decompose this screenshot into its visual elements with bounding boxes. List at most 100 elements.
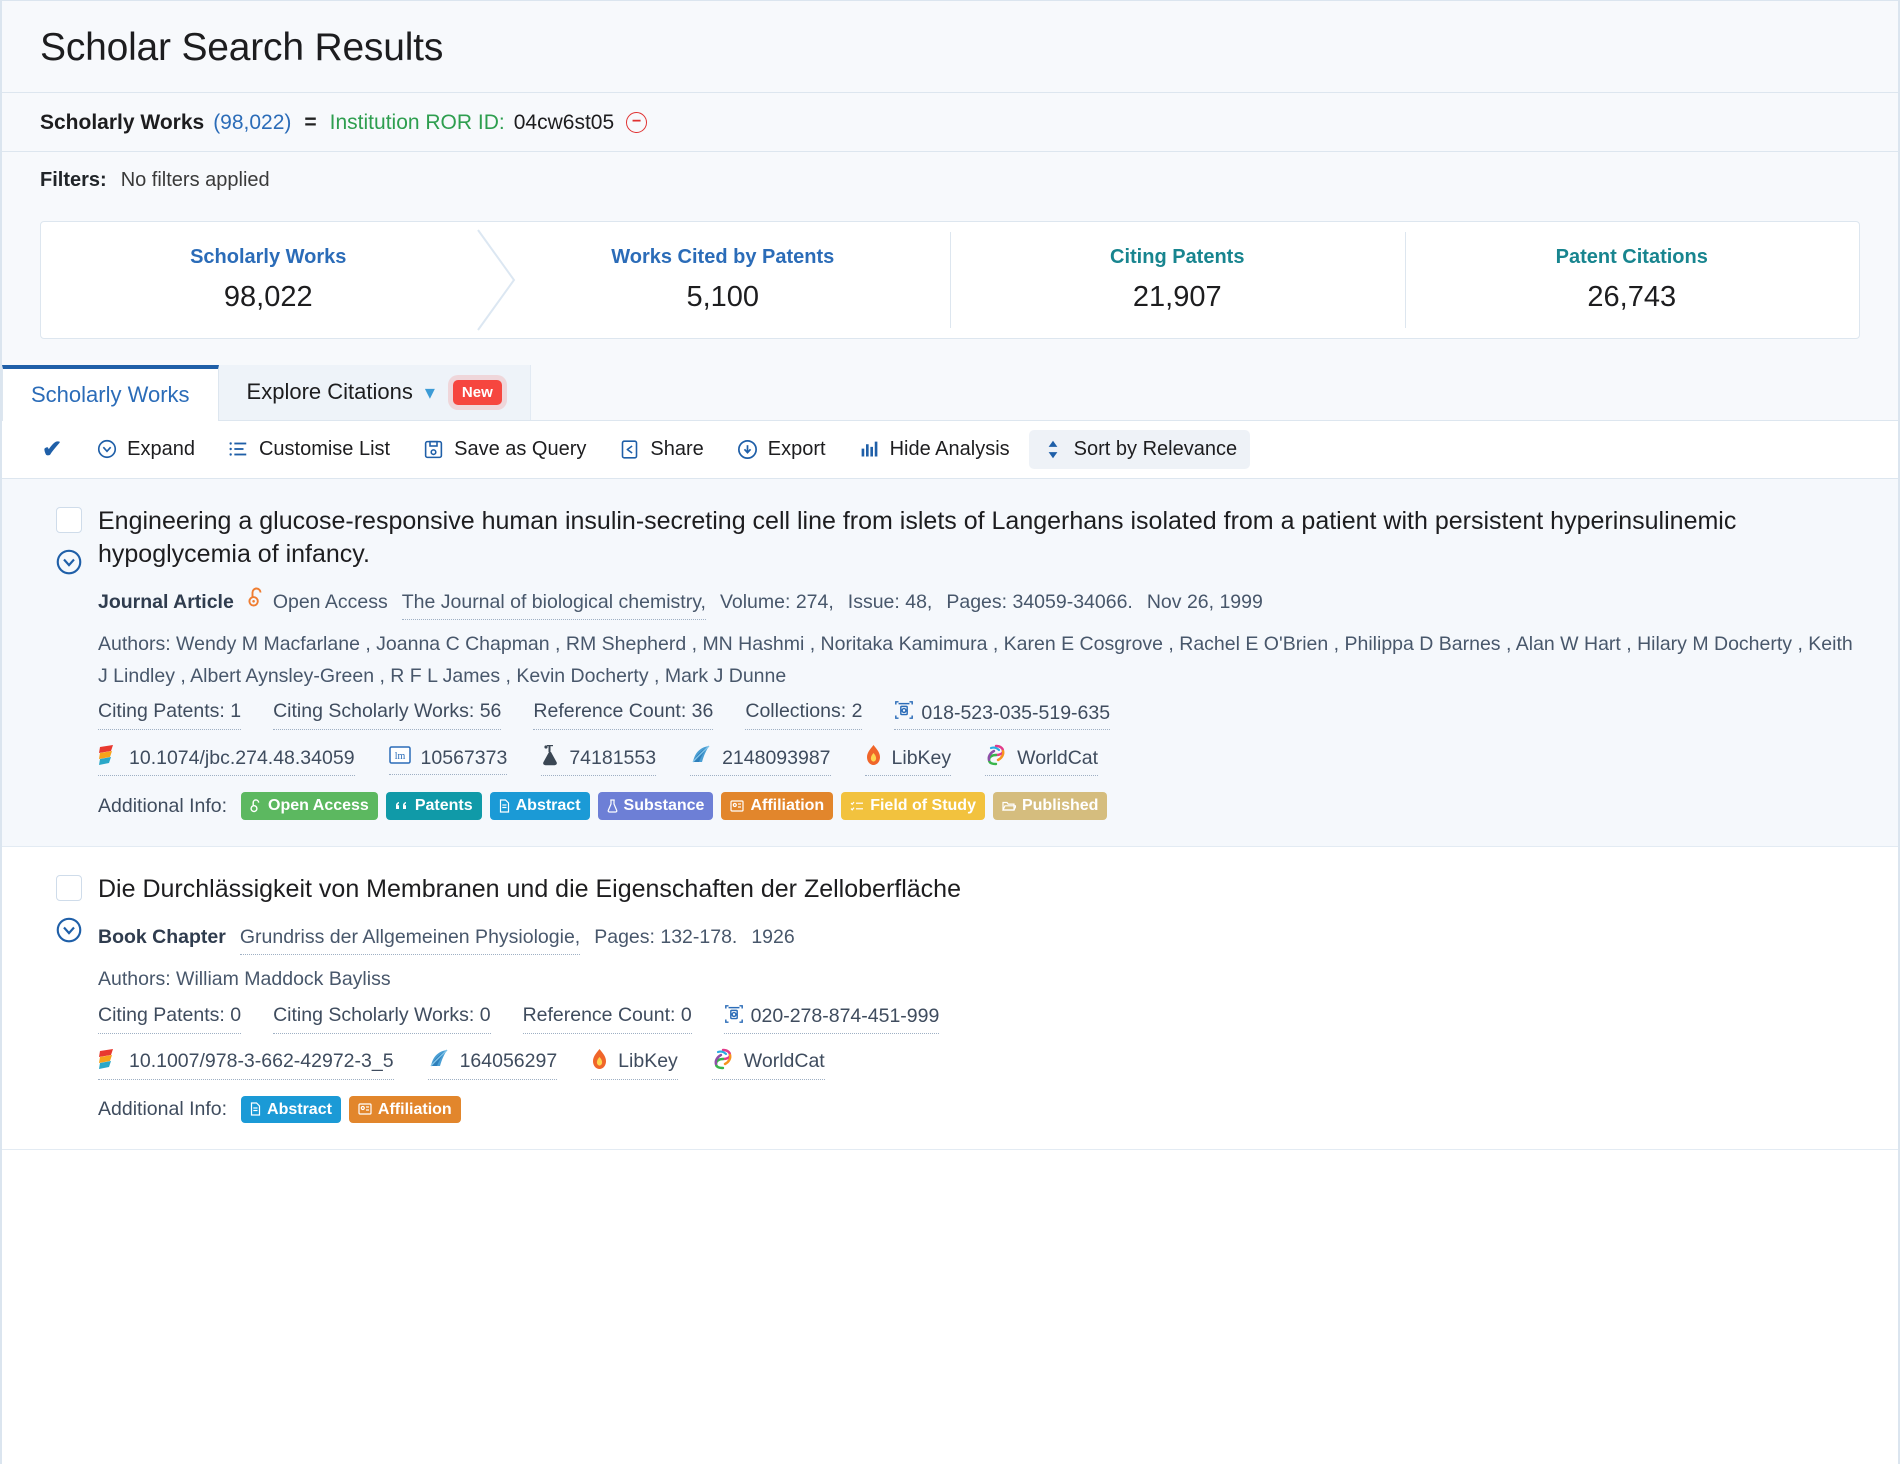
stat-citing-patents[interactable]: Citing Patents: 0 — [98, 1004, 241, 1034]
save-as-query-button[interactable]: Save as Query — [409, 430, 599, 469]
query-result-count[interactable]: (98,022) — [213, 111, 291, 135]
result-checkbox[interactable] — [56, 875, 82, 901]
stat-citing-scholarly-works[interactable]: Citing Scholarly Works: 56 — [273, 700, 501, 730]
doi-link[interactable]: 10.1007/978-3-662-42972-3_5 — [98, 1048, 394, 1080]
stat-reference-count[interactable]: Reference Count: 36 — [533, 700, 713, 730]
worldcat-icon — [712, 1048, 734, 1076]
doi-icon — [98, 744, 119, 772]
tag-label: Open Access — [268, 797, 369, 815]
expand-result-icon[interactable] — [54, 915, 84, 950]
toolbar-label: Sort by Relevance — [1074, 438, 1237, 461]
hide-analysis-button[interactable]: Hide Analysis — [845, 430, 1023, 469]
tag-abstract[interactable]: Abstract — [490, 792, 590, 820]
tag-abstract[interactable]: Abstract — [241, 1096, 341, 1124]
doi-value: 10.1007/978-3-662-42972-3_5 — [129, 1050, 394, 1073]
lens-link[interactable]: 74181553 — [541, 744, 656, 776]
result-type: Journal Article — [98, 587, 234, 617]
libkey-link[interactable]: LibKey — [591, 1048, 678, 1080]
expand-result-icon[interactable] — [54, 547, 84, 582]
metric-works-cited-by-patents[interactable]: Works Cited by Patents 5,100 — [496, 222, 951, 338]
metric-patent-citations[interactable]: Patent Citations 26,743 — [1405, 222, 1860, 338]
result-venue[interactable]: The Journal of biological chemistry, — [402, 587, 706, 620]
sort-by-relevance-button[interactable]: Sort by Relevance — [1029, 430, 1250, 469]
authors-list[interactable]: William Maddock Bayliss — [176, 968, 391, 990]
stat-reference-count[interactable]: Reference Count: 0 — [523, 1004, 692, 1034]
result-body: Die Durchlässigkeit von Membranen und di… — [98, 873, 1860, 1123]
semantic-scholar-link[interactable]: 164056297 — [428, 1048, 558, 1080]
share-button[interactable]: Share — [605, 430, 716, 469]
stat-record-id[interactable]: 020-278-874-451-999 — [724, 1004, 940, 1034]
result-title[interactable]: Engineering a glucose-responsive human i… — [98, 505, 1860, 571]
tag-substance[interactable]: Substance — [598, 792, 714, 820]
worldcat-link[interactable]: WorldCat — [712, 1048, 825, 1080]
stat-record-id[interactable]: 018-523-035-519-635 — [894, 700, 1110, 730]
checklist-icon — [850, 800, 864, 812]
tag-label: Patents — [415, 797, 473, 815]
worldcat-link[interactable]: WorldCat — [985, 744, 1098, 776]
tag-label: Published — [1022, 797, 1098, 815]
result-body: Engineering a glucose-responsive human i… — [98, 505, 1860, 820]
results-toolbar: ✔ Expand Customise List — [2, 421, 1898, 479]
metric-value: 5,100 — [686, 281, 759, 314]
doi-value: 10.1074/jbc.274.48.34059 — [129, 747, 355, 770]
toolbar-label: Expand — [127, 438, 195, 461]
result-authors: Authors: William Maddock Bayliss — [98, 964, 1860, 996]
quotes-icon — [395, 800, 409, 813]
libkey-value: LibKey — [892, 747, 952, 770]
id-card-icon — [730, 800, 744, 812]
tag-open-access[interactable]: Open Access — [241, 792, 378, 820]
open-access-label: Open Access — [273, 587, 388, 617]
authors-list[interactable]: Wendy M Macfarlane , Joanna C Chapman , … — [98, 633, 1853, 687]
tag-field-of-study[interactable]: Field of Study — [841, 792, 985, 820]
stat-collections[interactable]: Collections: 2 — [745, 700, 862, 730]
tag-affiliation[interactable]: Affiliation — [349, 1096, 461, 1124]
semantic-scholar-link[interactable]: 2148093987 — [690, 744, 830, 776]
tag-label: Abstract — [267, 1101, 332, 1119]
metric-value: 98,022 — [224, 281, 313, 314]
result-checkbox[interactable] — [56, 507, 82, 533]
tag-label: Affiliation — [750, 797, 824, 815]
doi-link[interactable]: 10.1074/jbc.274.48.34059 — [98, 744, 355, 776]
tab-scholarly-works[interactable]: Scholarly Works — [2, 365, 219, 421]
query-field-name[interactable]: Institution ROR ID: — [330, 111, 505, 135]
tab-bar: Scholarly Works Explore Citations ▾ New — [2, 365, 1898, 421]
metric-label: Scholarly Works — [190, 246, 346, 269]
tab-explore-citations[interactable]: Explore Citations ▾ New — [219, 365, 531, 420]
select-all-check-icon[interactable]: ✔ — [24, 435, 76, 464]
stat-citing-scholarly-works[interactable]: Citing Scholarly Works: 0 — [273, 1004, 490, 1034]
customise-list-button[interactable]: Customise List — [214, 430, 403, 469]
scanner-id-icon — [894, 700, 914, 726]
query-operator: = — [300, 111, 320, 135]
result-venue[interactable]: Grundriss der Allgemeinen Physiologie, — [240, 922, 580, 955]
lens-flask-icon — [541, 744, 559, 772]
tag-patents[interactable]: Patents — [386, 792, 482, 820]
record-id-value: 020-278-874-451-999 — [751, 1005, 940, 1028]
query-entity-label: Scholarly Works — [40, 111, 204, 135]
result-volume: Volume: 274, — [720, 587, 834, 617]
libkey-link[interactable]: LibKey — [865, 744, 952, 776]
record-id-value: 018-523-035-519-635 — [921, 702, 1110, 725]
metric-citing-patents[interactable]: Citing Patents 21,907 — [950, 222, 1405, 338]
filters-row: Filters: No filters applied — [2, 152, 1898, 209]
authors-label: Authors: — [98, 968, 171, 990]
query-summary: Scholarly Works (98,022) = Institution R… — [2, 93, 1898, 151]
export-button[interactable]: Export — [723, 430, 839, 469]
metric-scholarly-works[interactable]: Scholarly Works 98,022 — [41, 222, 496, 338]
tag-affiliation[interactable]: Affiliation — [721, 792, 833, 820]
result-item: Die Durchlässigkeit von Membranen und di… — [2, 847, 1898, 1150]
stat-citing-patents[interactable]: Citing Patents: 1 — [98, 700, 241, 730]
sort-updown-icon — [1042, 438, 1065, 461]
tag-label: Field of Study — [870, 797, 976, 815]
minus-circle-icon[interactable]: − — [626, 112, 647, 133]
pubmed-link[interactable]: lm 10567373 — [389, 745, 508, 775]
libkey-flame-icon — [865, 744, 882, 772]
save-disk-icon — [422, 438, 445, 461]
result-authors: Authors: Wendy M Macfarlane , Joanna C C… — [98, 629, 1860, 692]
metric-value: 21,907 — [1133, 281, 1222, 314]
result-additional-info: Additional Info: Open Access Patents Abs… — [98, 792, 1860, 820]
tag-published[interactable]: Published — [993, 792, 1107, 820]
libkey-flame-icon — [591, 1048, 608, 1076]
expand-button[interactable]: Expand — [82, 430, 208, 469]
chevron-down-icon: ▾ — [425, 380, 435, 405]
result-title[interactable]: Die Durchlässigkeit von Membranen und di… — [98, 873, 1860, 906]
